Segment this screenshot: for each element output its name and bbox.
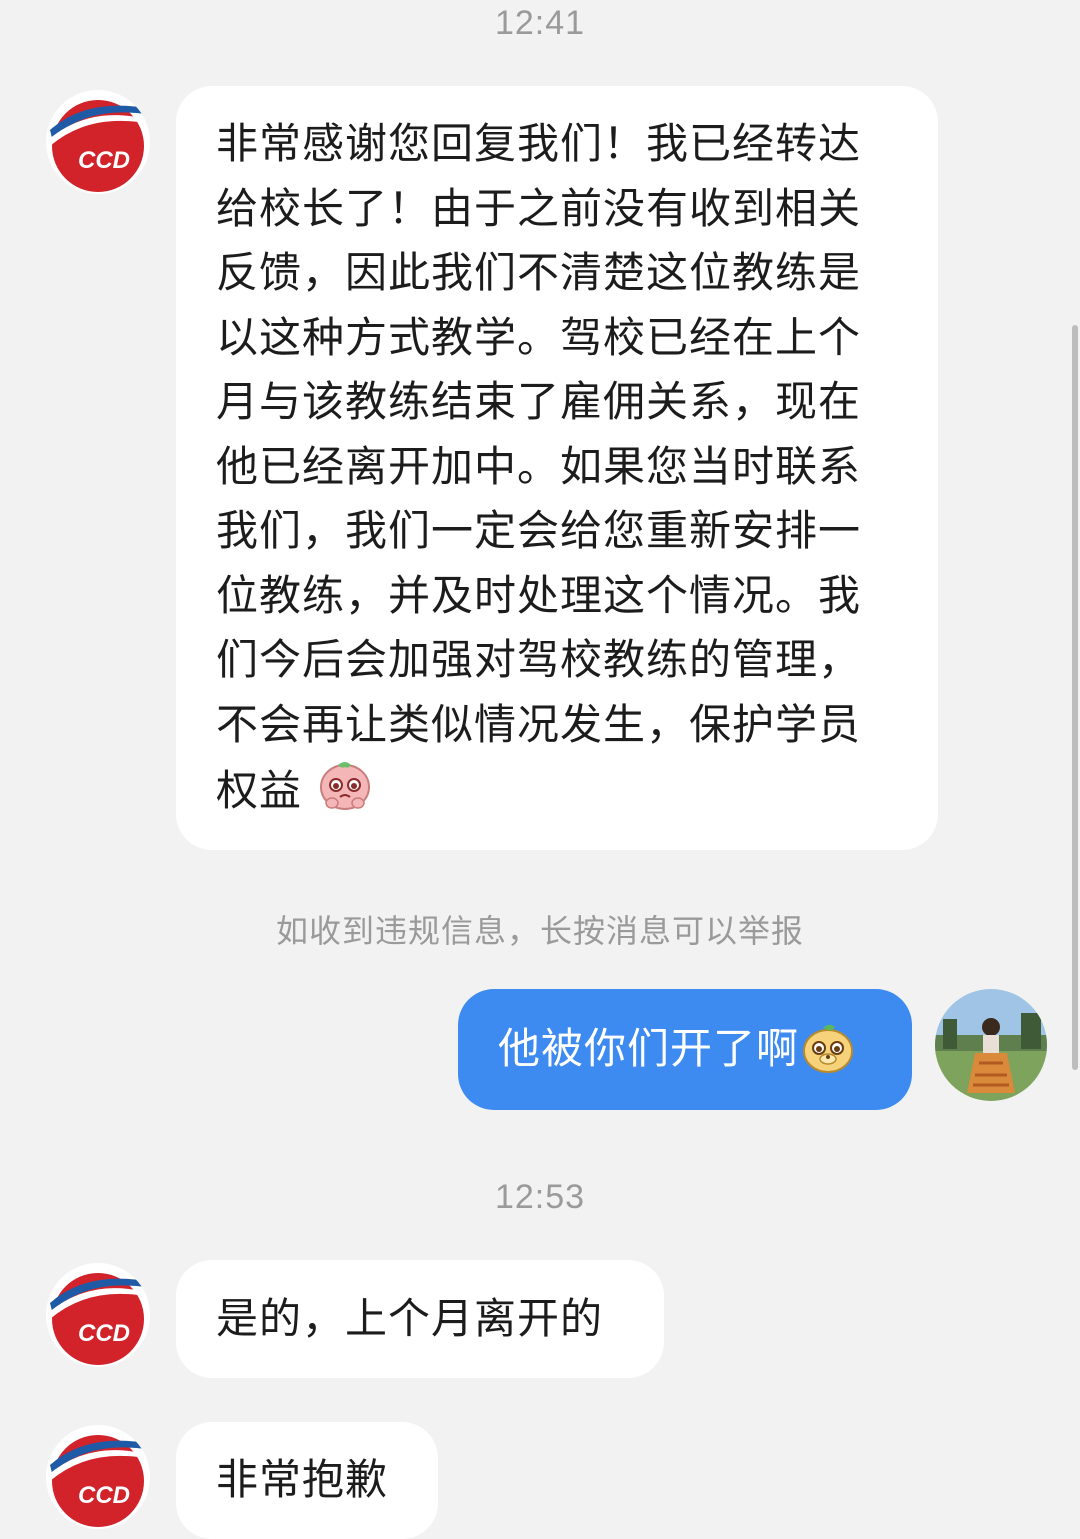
- message-line: 反馈，因此我们不清楚这位教练是: [216, 248, 862, 297]
- message-text: 是的，上个月离开的: [216, 1293, 604, 1343]
- scrollbar[interactable]: [1072, 325, 1078, 1070]
- message-line-last: 权益: [216, 757, 898, 830]
- message-text: 他被你们开了啊: [498, 1024, 800, 1074]
- timestamp: 12:53: [494, 1178, 586, 1216]
- incoming-message-bubble[interactable]: 非常感谢您回复我们！我已经转达 给校长了！由于之前没有收到相关 反馈，因此我们不…: [176, 86, 938, 850]
- message-line: 给校长了！由于之前没有收到相关: [216, 183, 862, 233]
- ccd-logo-icon: CCD: [46, 1425, 150, 1529]
- user-photo-icon: [935, 989, 1047, 1101]
- message-line: 以这种方式教学。驾校已经在上个: [216, 312, 862, 362]
- message-line: 位教练，并及时处理这个情况。我: [216, 570, 862, 620]
- report-notice: 如收到违规信息，长按消息可以举报: [275, 912, 804, 950]
- timestamp: 12:41: [494, 4, 586, 42]
- pleading-face-emoji-icon: [318, 757, 372, 830]
- sender-avatar[interactable]: CCD: [46, 90, 150, 194]
- outgoing-message-bubble[interactable]: 他被你们开了啊: [458, 989, 912, 1110]
- message-line: 权益: [216, 765, 303, 815]
- message-line: 他已经离开加中。如果您当时联系: [216, 441, 862, 491]
- incoming-message-bubble[interactable]: 非常抱歉: [176, 1422, 438, 1539]
- ccd-logo-text: CCD: [78, 1482, 130, 1509]
- ccd-logo-text: CCD: [78, 1320, 130, 1347]
- ccd-logo-icon: CCD: [46, 1263, 150, 1367]
- sender-avatar[interactable]: CCD: [46, 1425, 150, 1529]
- ccd-logo-text: CCD: [78, 147, 130, 174]
- user-avatar[interactable]: [935, 989, 1047, 1101]
- incoming-message-bubble[interactable]: 是的，上个月离开的: [176, 1260, 664, 1378]
- message-line: 月与该教练结束了雇佣关系，现在: [216, 377, 862, 426]
- message-line: 们今后会加强对驾校教练的管理，: [216, 635, 862, 684]
- message-line: 不会再让类似情况发生，保护学员: [216, 699, 862, 749]
- message-text: 非常抱歉: [216, 1455, 389, 1505]
- message-text: 非常感谢您回复我们！我已经转达 给校长了！由于之前没有收到相关 反馈，因此我们不…: [216, 112, 898, 830]
- dog-face-emoji-icon: [801, 1021, 855, 1079]
- message-line: 非常感谢您回复我们！我已经转达: [216, 119, 862, 168]
- sender-avatar[interactable]: CCD: [46, 1263, 150, 1367]
- message-line: 我们，我们一定会给您重新安排一: [216, 506, 862, 555]
- ccd-logo-icon: CCD: [46, 90, 150, 194]
